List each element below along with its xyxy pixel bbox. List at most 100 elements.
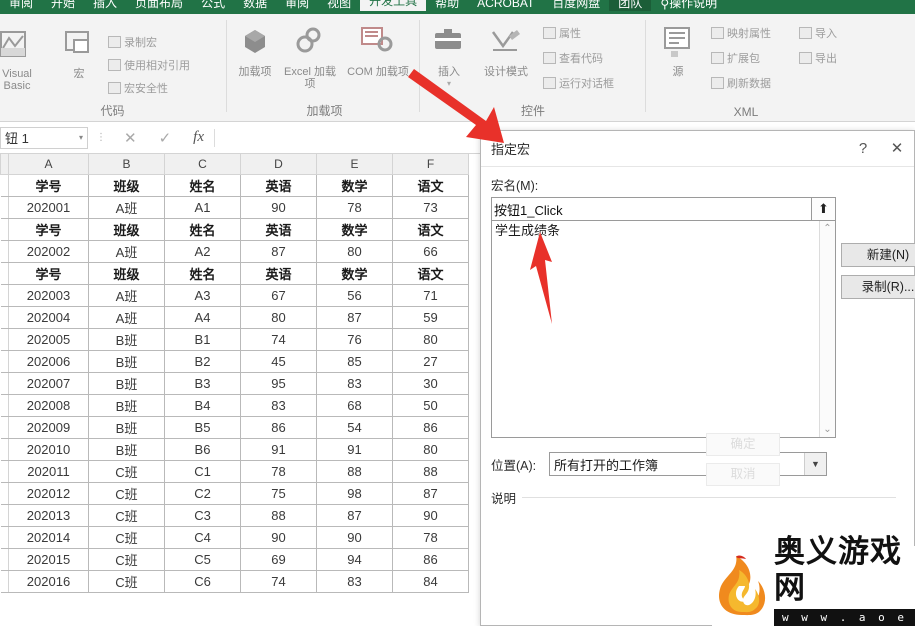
ribbon-tab-9[interactable]: 帮助 [426,0,468,11]
cell-A18[interactable]: 202015 [8,547,89,571]
cell-A9[interactable]: 202006 [8,349,89,373]
dialog-titlebar[interactable]: 指定宏 ? ✕ [481,131,914,167]
cell-C13[interactable]: B6 [164,437,241,461]
cell-F19[interactable]: 84 [392,569,469,593]
cell-C11[interactable]: B4 [164,393,241,417]
cell-F17[interactable]: 78 [392,525,469,549]
cell-E17[interactable]: 90 [316,525,393,549]
row-header[interactable] [0,283,9,307]
ribbon-tab-7[interactable]: 视图 [318,0,360,11]
ribbon-tab-6[interactable]: 审阅 [276,0,318,11]
cell-F2[interactable]: 73 [392,195,469,219]
cell-E11[interactable]: 68 [316,393,393,417]
cell-B19[interactable]: C班 [88,569,165,593]
cell-A4[interactable]: 202002 [8,239,89,263]
cell-A1[interactable]: 学号 [8,173,89,197]
table-row[interactable]: 学号 班级 姓名 英语 数学 语文 [0,173,469,197]
cell-F5[interactable]: 语文 [392,261,469,285]
cell-D13[interactable]: 91 [240,437,317,461]
table-row[interactable]: 学号 班级 姓名 英语 数学 语文 [0,217,469,241]
ribbon-button-addins[interactable]: 加载项 [232,26,278,78]
row-header[interactable] [0,481,9,505]
cell-E7[interactable]: 87 [316,305,393,329]
cell-C1[interactable]: 姓名 [164,173,241,197]
ribbon-tab-4[interactable]: 公式 [192,0,234,11]
help-icon[interactable]: ? [846,132,880,166]
row-header[interactable] [0,415,9,439]
cell-D10[interactable]: 95 [240,371,317,395]
cell-A13[interactable]: 202010 [8,437,89,461]
ribbon-button-export[interactable]: 导出 [799,52,837,66]
select-all-corner[interactable] [0,154,9,175]
cell-E12[interactable]: 54 [316,415,393,439]
cell-B18[interactable]: C班 [88,547,165,571]
cell-E1[interactable]: 数学 [316,173,393,197]
cell-F18[interactable]: 86 [392,547,469,571]
row-header[interactable] [0,261,9,285]
cell-F10[interactable]: 30 [392,371,469,395]
cell-C4[interactable]: A2 [164,239,241,263]
cell-D6[interactable]: 67 [240,283,317,307]
ribbon-button-macro[interactable]: 宏 [50,28,108,80]
cell-E3[interactable]: 数学 [316,217,393,241]
table-row[interactable]: 202008 B班 B4 83 68 50 [0,393,469,417]
cell-B5[interactable]: 班级 [88,261,165,285]
ribbon-button-design-mode[interactable]: 设计模式 [475,26,537,78]
formula-bar-grip[interactable]: ⋮ [96,132,106,142]
name-box[interactable]: 钮 1 ▾ [0,126,88,149]
cell-C5[interactable]: 姓名 [164,261,241,285]
cell-E4[interactable]: 80 [316,239,393,263]
insert-function-icon[interactable]: fx [193,129,204,146]
cell-E10[interactable]: 83 [316,371,393,395]
row-header[interactable] [0,305,9,329]
row-header[interactable] [0,569,9,593]
ribbon-button-insert-control[interactable]: 插入 ▾ [425,26,473,90]
cancel-icon[interactable]: ✕ [124,129,137,147]
ribbon-button-relative-reference[interactable]: 使用相对引用 [108,59,190,73]
cell-F11[interactable]: 50 [392,393,469,417]
ribbon-tab-2[interactable]: 插入 [84,0,126,11]
cell-A5[interactable]: 学号 [8,261,89,285]
cell-B3[interactable]: 班级 [88,217,165,241]
table-row[interactable]: 202005 B班 B1 74 76 80 [0,327,469,351]
row-header[interactable] [0,525,9,549]
chevron-down-icon[interactable]: ▾ [425,78,473,90]
ribbon-tab-11[interactable]: 百度网盘 [543,0,609,11]
cell-E14[interactable]: 88 [316,459,393,483]
cell-B14[interactable]: C班 [88,459,165,483]
cell-C17[interactable]: C4 [164,525,241,549]
cell-C2[interactable]: A1 [164,195,241,219]
cell-B13[interactable]: B班 [88,437,165,461]
column-header-D[interactable]: D [240,154,317,175]
ribbon-button-com-addins[interactable]: COM 加载项 [342,26,414,78]
cell-D16[interactable]: 88 [240,503,317,527]
cell-A6[interactable]: 202003 [8,283,89,307]
cell-A11[interactable]: 202008 [8,393,89,417]
row-header[interactable] [0,195,9,219]
cell-B9[interactable]: B班 [88,349,165,373]
cell-E19[interactable]: 83 [316,569,393,593]
cell-B6[interactable]: A班 [88,283,165,307]
table-row[interactable]: 202010 B班 B6 91 91 80 [0,437,469,461]
cell-F4[interactable]: 66 [392,239,469,263]
column-header-F[interactable]: F [392,154,469,175]
table-row[interactable]: 202012 C班 C2 75 98 87 [0,481,469,505]
cell-A15[interactable]: 202012 [8,481,89,505]
macro-list-scrollbar[interactable]: ⌃ ⌄ [819,221,835,437]
table-row[interactable]: 202001 A班 A1 90 78 73 [0,195,469,219]
cell-F15[interactable]: 87 [392,481,469,505]
table-row[interactable]: 202016 C班 C6 74 83 84 [0,569,469,593]
list-item[interactable]: 学生成绩条 [492,221,835,241]
cell-F14[interactable]: 88 [392,459,469,483]
cell-B17[interactable]: C班 [88,525,165,549]
table-row[interactable]: 202003 A班 A3 67 56 71 [0,283,469,307]
cell-D2[interactable]: 90 [240,195,317,219]
cell-F8[interactable]: 80 [392,327,469,351]
ribbon-button-refresh-data[interactable]: 刷新数据 [711,77,771,91]
row-header[interactable] [0,349,9,373]
cell-D9[interactable]: 45 [240,349,317,373]
cell-E9[interactable]: 85 [316,349,393,373]
scroll-down-icon[interactable]: ⌄ [823,424,831,435]
cell-C19[interactable]: C6 [164,569,241,593]
cell-D1[interactable]: 英语 [240,173,317,197]
